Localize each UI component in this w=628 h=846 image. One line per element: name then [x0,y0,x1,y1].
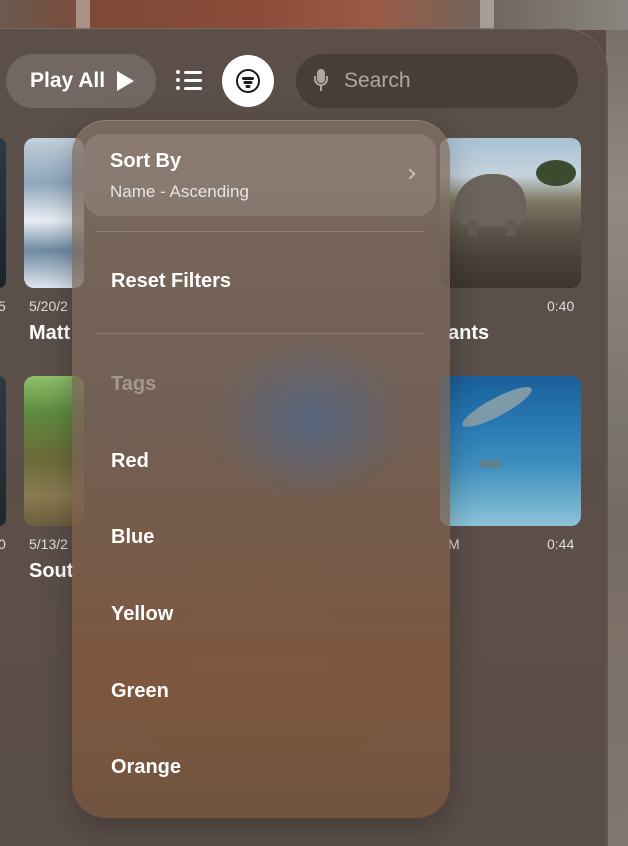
list-view-icon[interactable] [176,70,202,92]
reset-filters-item[interactable]: Reset Filters [111,270,231,293]
tag-item-red[interactable]: Red [111,450,149,473]
play-icon [117,71,135,91]
tag-item-green[interactable]: Green [111,680,169,703]
search-placeholder: Search [344,69,411,92]
video-title: Matt [29,322,71,344]
video-thumbnail[interactable] [440,138,581,288]
room-wall [606,30,628,846]
video-duration: 0:44 [547,536,575,552]
video-title: Sout [29,560,74,582]
video-date: 0 [0,536,6,552]
search-field[interactable]: Search [296,54,578,108]
mic-icon[interactable] [314,69,328,93]
tag-item-blue[interactable]: Blue [111,526,154,549]
video-thumbnail[interactable] [440,376,581,526]
tag-item-orange[interactable]: Orange [111,756,181,779]
filter-icon [236,69,260,93]
video-date: 5/13/2 [29,536,68,552]
sort-by-item[interactable]: Sort By Name - Ascending [84,134,436,216]
filter-button[interactable] [222,55,274,107]
play-all-button[interactable]: Play All [6,54,156,108]
filter-menu: Sort By Name - Ascending Reset Filters T… [72,120,450,818]
video-thumbnail[interactable] [0,138,6,288]
menu-divider [96,333,424,334]
video-thumbnail[interactable] [0,376,6,526]
video-date: 5 [0,298,6,314]
room-post [480,0,494,30]
video-date: 5/20/2 [29,298,68,314]
tag-item-yellow[interactable]: Yellow [111,603,173,626]
play-all-label: Play All [30,69,106,92]
video-title: ants [448,322,490,344]
room-post [76,0,90,30]
menu-divider [96,231,424,232]
room-backdrop [0,0,628,30]
tags-header: Tags [111,373,157,395]
video-duration: 0:40 [547,298,575,314]
sort-by-label: Sort By [110,150,182,172]
chevron-right-icon [404,168,416,180]
sort-by-value: Name - Ascending [110,182,249,201]
